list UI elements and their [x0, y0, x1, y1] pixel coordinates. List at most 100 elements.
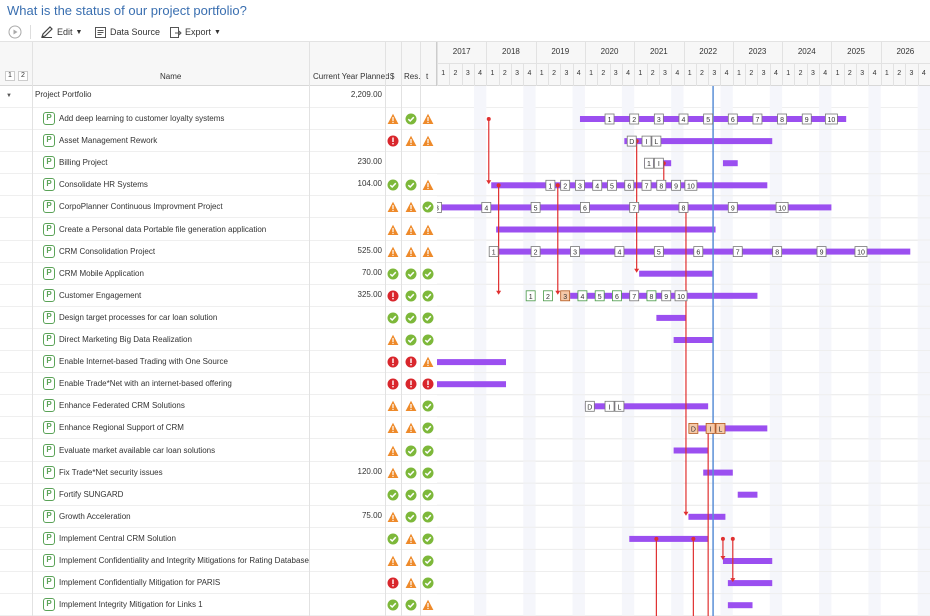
gantt-bar[interactable] [629, 535, 709, 542]
gantt-bar[interactable] [437, 381, 507, 388]
time-status-check-icon [422, 467, 434, 479]
gantt-bar[interactable] [673, 447, 709, 454]
data-source-icon [95, 26, 106, 38]
planned-column-header[interactable]: Current Year Planned [313, 72, 390, 81]
gantt-bar[interactable] [722, 558, 773, 564]
milestone-label: 3 [657, 117, 661, 124]
quarter-label: 4 [724, 70, 729, 77]
res-status-check-icon [405, 467, 417, 479]
milestone-label: 4 [484, 205, 488, 212]
edit-button[interactable]: Edit ▼ [40, 24, 82, 40]
quarter-separator [769, 64, 771, 86]
cost-column-header[interactable]: $ [390, 72, 394, 81]
quarter-separator [449, 64, 451, 86]
time-status-check-icon [422, 511, 434, 523]
quarter-separator [794, 64, 796, 86]
milestone-label: 2 [563, 183, 567, 190]
project-icon: P [43, 266, 55, 280]
portfolio-value: 2,209.00 [350, 90, 382, 99]
time-status-check-icon [422, 268, 434, 280]
milestone-label: 8 [775, 250, 779, 257]
quarter-label: 2 [453, 70, 458, 77]
project-icon: P [43, 531, 55, 545]
gantt-bar[interactable] [727, 602, 753, 609]
gantt-chart: 12345678910DIL1I123456789103456789101234… [437, 86, 930, 616]
cost-status-warning-icon [387, 246, 399, 257]
gantt-bar[interactable] [496, 226, 716, 233]
cost-status-warning-icon [387, 445, 399, 456]
quarter-separator [819, 64, 821, 86]
milestone-label: I [710, 426, 712, 433]
quarter-label: 3 [860, 70, 865, 77]
milestone-label: 4 [580, 294, 584, 301]
cost-status-warning-icon [387, 555, 399, 566]
milestone-label: D [629, 139, 634, 146]
gantt-bar[interactable] [688, 513, 726, 520]
res-column-header[interactable]: Res. [404, 72, 420, 81]
gantt-bar[interactable] [437, 359, 507, 366]
milestone-label: 8 [650, 294, 654, 301]
time-status-check-icon [422, 577, 434, 589]
milestone-label: 5 [706, 117, 710, 124]
year-separator [535, 42, 537, 86]
milestone-label: 4 [595, 183, 599, 190]
project-planned-value: 104.00 [357, 179, 382, 189]
time-status-check-icon [422, 201, 434, 213]
quarter-separator [708, 64, 710, 86]
quarter-separator [806, 64, 808, 86]
year-label: 2018 [502, 47, 520, 56]
time-status-check-icon [422, 422, 434, 434]
milestone-label: 6 [583, 205, 587, 212]
cost-status-error-icon [387, 378, 399, 390]
quarter-label: 3 [810, 70, 815, 77]
res-status-check-icon [405, 113, 417, 125]
data-source-button[interactable]: Data Source [94, 24, 160, 40]
quarter-label: 1 [884, 70, 889, 77]
quarter-label: 1 [539, 70, 544, 77]
grid-header: 1 2 Name Current Year Planned $ Res. t 2… [0, 42, 930, 86]
milestone-label: 9 [674, 183, 678, 190]
caret-down-icon[interactable]: ▼ [6, 93, 12, 99]
level-2-button[interactable]: 2 [18, 71, 28, 81]
caret-down-icon: ▼ [75, 28, 83, 36]
quarter-label: 2 [897, 70, 902, 77]
gantt-bar[interactable] [737, 491, 758, 498]
res-status-check-icon [405, 489, 417, 501]
res-status-check-icon [405, 312, 417, 324]
gantt-bar[interactable] [727, 580, 773, 587]
quarter-label: 4 [478, 70, 483, 77]
gantt-bar[interactable] [639, 270, 714, 277]
cost-status-warning-icon [387, 113, 399, 124]
quarter-label: 4 [576, 70, 581, 77]
project-name: CRM Consolidation Project [59, 246, 156, 256]
edit-label: Edit [57, 27, 73, 37]
milestone-label: 6 [696, 250, 700, 257]
quarter-separator [498, 64, 500, 86]
milestone-label: 2 [546, 294, 550, 301]
play-button[interactable] [8, 24, 25, 40]
quarter-separator [905, 64, 907, 86]
gantt-bar[interactable] [673, 337, 714, 343]
time-status-check-icon [422, 290, 434, 302]
milestone-label: 10 [677, 294, 685, 301]
project-name: Customer Engagement [59, 290, 142, 300]
time-column-header[interactable]: t [426, 72, 428, 81]
cost-status-check-icon [387, 312, 399, 324]
gantt-bar[interactable] [656, 314, 686, 321]
quarter-label: 4 [823, 70, 828, 77]
gantt-bar[interactable] [722, 160, 738, 167]
level-1-button[interactable]: 1 [5, 71, 15, 81]
quarter-label: 3 [465, 70, 470, 77]
export-button[interactable]: Export ▼ [169, 24, 221, 40]
milestone-label: 1 [647, 161, 651, 168]
project-name: Asset Management Rework [59, 136, 158, 146]
time-status-check-icon [422, 555, 434, 567]
gantt-bar[interactable] [584, 403, 709, 410]
cost-status-check-icon [387, 179, 399, 191]
quarter-separator [843, 64, 845, 86]
quarter-separator [671, 64, 673, 86]
project-icon: P [43, 355, 55, 369]
time-status-warning-icon [422, 356, 434, 368]
milestone-label: 5 [610, 183, 614, 190]
name-column-header[interactable]: Name [160, 72, 181, 81]
